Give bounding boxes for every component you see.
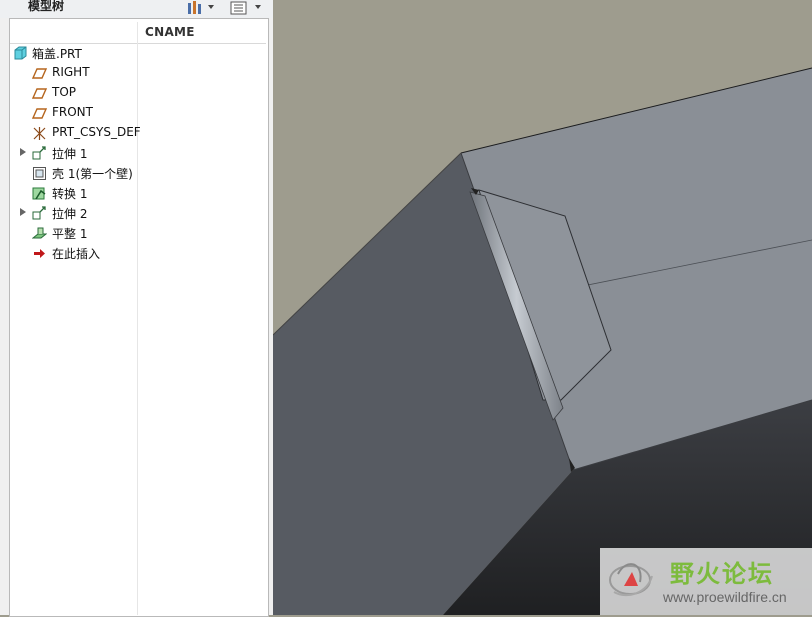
watermark-url: www.proewildfire.cn [663,589,787,605]
tree-item-label: TOP [52,85,77,99]
model-geometry [273,0,812,615]
tree-item-right[interactable]: RIGHT [10,63,137,83]
expand-arrow-icon[interactable] [20,208,26,216]
tree-item-flat-1[interactable]: 平整 1 [10,223,137,243]
tree-item-extrude-1[interactable]: 拉伸 1 [10,143,137,163]
watermark-title: 野火论坛 [670,560,774,588]
insert-here-icon [32,246,47,261]
tree-item-top[interactable]: TOP [10,83,137,103]
column-header-row [10,22,266,44]
tree-item-csys[interactable]: PRT_CSYS_DEF [10,123,141,143]
tree-item-label: 平整 1 [52,227,88,241]
column-divider [137,22,138,615]
tree-item-label: 在此插入 [52,247,101,261]
datum-plane-icon [31,86,48,101]
tree-item-extrude-2[interactable]: 拉伸 2 [10,203,137,223]
datum-plane-icon [31,106,48,121]
forum-watermark: 野火论坛 www.proewildfire.cn [600,548,812,615]
3d-viewport[interactable] [273,0,812,615]
tree-item-label: PRT_CSYS_DEF [52,125,141,139]
forum-logo-icon [609,563,653,597]
cname-column-header[interactable]: CNAME [145,25,195,39]
tree-item-shell-1[interactable]: 壳 1(第一个壁) [10,163,137,183]
convert-icon [32,186,47,201]
tree-item-part[interactable]: 箱盖.PRT [10,43,137,63]
show-list-icon[interactable] [230,0,268,15]
tree-item-label: FRONT [52,105,93,119]
tree-item-label: 拉伸 2 [52,207,88,221]
tree-item-label: RIGHT [52,65,90,79]
flat-icon [31,226,48,241]
tree-item-label: 壳 1(第一个壁) [52,167,133,181]
model-tree-panel: 模型树 CNAME 箱盖.PRT RIGHT TOP FRONT PRT_CSY… [0,0,273,617]
tree-item-label: 箱盖.PRT [32,47,82,61]
shell-icon [32,166,47,181]
datum-plane-icon [31,66,48,81]
panel-header: 模型树 [0,0,273,18]
tree-item-insert-here[interactable]: 在此插入 [10,243,137,263]
tree-item-label: 转换 1 [52,187,88,201]
csys-icon [32,126,47,141]
expand-arrow-icon[interactable] [20,148,26,156]
extrude-icon [32,206,47,221]
tree-item-convert-1[interactable]: 转换 1 [10,183,137,203]
tree-item-front[interactable]: FRONT [10,103,137,123]
panel-title: 模型树 [28,0,65,13]
tree-settings-icon[interactable] [186,0,216,14]
tree-item-label: 拉伸 1 [52,147,88,161]
extrude-icon [32,146,47,161]
part-icon [13,46,28,61]
